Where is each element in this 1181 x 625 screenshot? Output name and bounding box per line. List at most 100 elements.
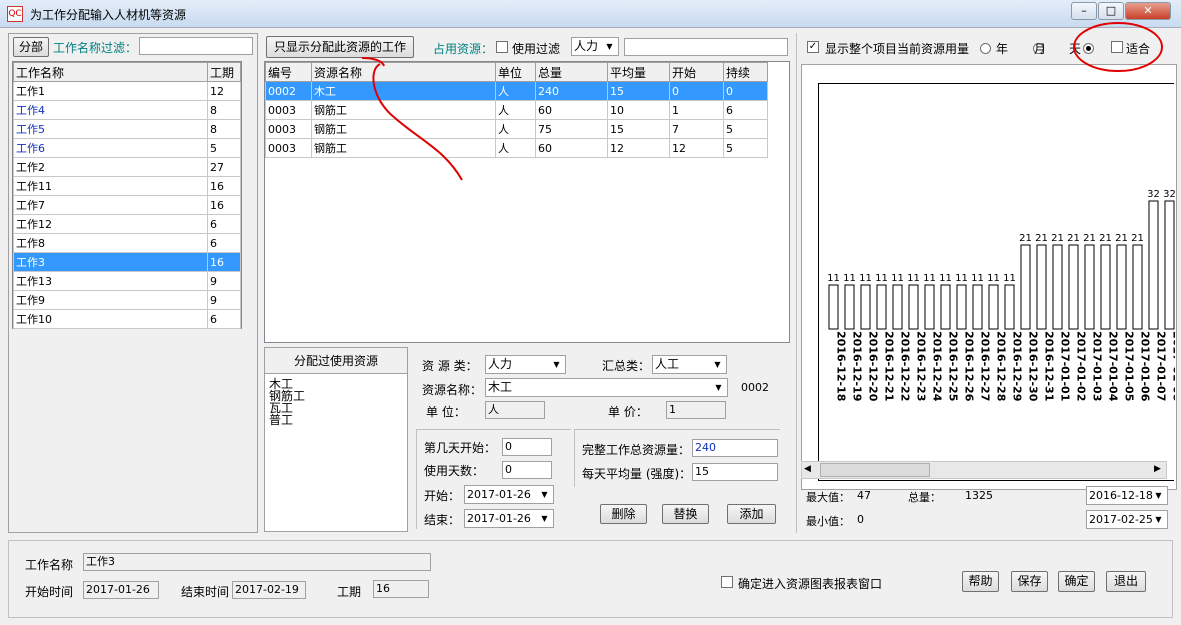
total-cell[interactable]: 60 (535, 138, 608, 158)
work-name-field[interactable]: 工作3 (83, 553, 431, 571)
chart-start-date-picker[interactable]: 2016-12-18 ▼ (1086, 486, 1168, 505)
scroll-right-icon[interactable]: ▶ (1154, 464, 1161, 474)
task-name-cell[interactable]: 工作3 (13, 252, 208, 272)
task-row[interactable]: 工作11 16 (13, 176, 241, 196)
duration-cell[interactable]: 0 (723, 81, 768, 101)
task-name-cell[interactable]: 工作4 (13, 100, 208, 120)
task-duration-cell[interactable]: 6 (207, 214, 241, 234)
task-duration-cell[interactable]: 12 (207, 81, 241, 101)
col-average[interactable]: 平均量 (607, 62, 670, 82)
replace-button[interactable]: 替换 (662, 504, 709, 524)
summary-type-select[interactable]: 人工 ▼ (652, 355, 727, 374)
task-duration-cell[interactable]: 9 (207, 290, 241, 310)
resource-name-cell[interactable]: 钢筋工 (311, 100, 496, 120)
task-name-cell[interactable]: 工作6 (13, 138, 208, 158)
task-name-cell[interactable]: 工作8 (13, 233, 208, 253)
resource-name-cell[interactable]: 木工 (311, 81, 496, 101)
col-task-name[interactable]: 工作名称 (13, 62, 208, 82)
task-duration-cell[interactable]: 5 (207, 138, 241, 158)
col-start[interactable]: 开始 (669, 62, 724, 82)
task-row[interactable]: 工作8 6 (13, 233, 241, 253)
col-unit[interactable]: 单位 (495, 62, 536, 82)
start-time-field[interactable]: 2017-01-26 (83, 581, 159, 599)
save-button[interactable]: 保存 (1011, 571, 1048, 592)
task-row[interactable]: 工作6 5 (13, 138, 241, 158)
chart-end-date-picker[interactable]: 2017-02-25 ▼ (1086, 510, 1168, 529)
resource-row[interactable]: 0003 钢筋工人 60 10 1 6 (265, 100, 768, 120)
task-duration-cell[interactable]: 9 (207, 271, 241, 291)
duration-cell[interactable]: 5 (723, 138, 768, 158)
chart-horizontal-scrollbar[interactable]: ◀ ▶ (801, 461, 1167, 479)
task-name-cell[interactable]: 工作12 (13, 214, 208, 234)
unit-cell[interactable]: 人 (495, 138, 536, 158)
col-code[interactable]: 编号 (265, 62, 312, 82)
add-button[interactable]: 添加 (727, 504, 776, 524)
start-cell[interactable]: 1 (669, 100, 724, 120)
filter-type-select[interactable]: 人力 ▼ (571, 37, 619, 56)
resource-name-cell[interactable]: 钢筋工 (311, 119, 496, 139)
task-name-cell[interactable]: 工作2 (13, 157, 208, 177)
minimize-button[interactable]: – (1071, 2, 1097, 20)
task-duration-cell[interactable]: 8 (207, 119, 241, 139)
resource-row[interactable]: 0003 钢筋工人 75 15 7 5 (265, 119, 768, 139)
task-duration-cell[interactable]: 16 (207, 176, 241, 196)
task-duration-cell[interactable]: 8 (207, 100, 241, 120)
delete-button[interactable]: 删除 (600, 504, 647, 524)
task-row[interactable]: 工作2 27 (13, 157, 241, 177)
start-cell[interactable]: 12 (669, 138, 724, 158)
scroll-left-icon[interactable]: ◀ (804, 464, 811, 474)
task-row[interactable]: 工作3 16 (13, 252, 241, 272)
task-row[interactable]: 工作10 6 (13, 309, 241, 329)
col-total[interactable]: 总量 (535, 62, 608, 82)
use-filter-checkbox[interactable] (496, 41, 508, 53)
task-row[interactable]: 工作9 9 (13, 290, 241, 310)
only-show-assigned-button[interactable]: 只显示分配此资源的工作 (266, 36, 414, 58)
task-name-cell[interactable]: 工作10 (13, 309, 208, 329)
task-name-cell[interactable]: 工作5 (13, 119, 208, 139)
col-resource-name[interactable]: 资源名称 (311, 62, 496, 82)
task-row[interactable]: 工作12 6 (13, 214, 241, 234)
report-window-checkbox[interactable] (721, 576, 733, 588)
code-cell[interactable]: 0003 (265, 100, 312, 120)
fit-checkbox[interactable] (1111, 41, 1123, 53)
code-cell[interactable]: 0003 (265, 138, 312, 158)
all-tasks-button[interactable]: 分部 (13, 37, 49, 57)
unit-cell[interactable]: 人 (495, 100, 536, 120)
task-duration-cell[interactable]: 6 (207, 233, 241, 253)
average-cell[interactable]: 15 (607, 119, 670, 139)
task-row[interactable]: 工作5 8 (13, 119, 241, 139)
scrollbar-thumb[interactable] (820, 463, 930, 477)
col-duration[interactable]: 持续 (723, 62, 768, 82)
year-radio[interactable] (980, 43, 991, 54)
exit-button[interactable]: 退出 (1106, 571, 1146, 592)
task-row[interactable]: 工作4 8 (13, 100, 241, 120)
task-row[interactable]: 工作13 9 (13, 271, 241, 291)
price-field[interactable]: 1 (666, 401, 726, 419)
code-cell[interactable]: 0003 (265, 119, 312, 139)
resource-filter-input[interactable] (624, 38, 788, 56)
maximize-button[interactable]: □ (1098, 2, 1124, 20)
task-duration-cell[interactable]: 16 (207, 252, 241, 272)
resource-row[interactable]: 0002 木工人 240 15 0 0 (265, 81, 768, 101)
unit-field[interactable]: 人 (485, 401, 545, 419)
total-cell[interactable]: 60 (535, 100, 608, 120)
task-name-cell[interactable]: 工作11 (13, 176, 208, 196)
duration-field[interactable]: 16 (373, 580, 429, 598)
task-name-cell[interactable]: 工作1 (13, 81, 208, 101)
average-cell[interactable]: 15 (607, 81, 670, 101)
total-amount-field[interactable]: 240 (692, 439, 778, 457)
task-name-cell[interactable]: 工作7 (13, 195, 208, 215)
resource-name-cell[interactable]: 钢筋工 (311, 138, 496, 158)
start-cell[interactable]: 0 (669, 81, 724, 101)
average-cell[interactable]: 10 (607, 100, 670, 120)
resource-row[interactable]: 0003 钢筋工人 60 12 12 5 (265, 138, 768, 158)
used-resource-item[interactable]: 普工 (269, 414, 305, 426)
duration-cell[interactable]: 6 (723, 100, 768, 120)
start-cell[interactable]: 7 (669, 119, 724, 139)
task-name-cell[interactable]: 工作9 (13, 290, 208, 310)
task-row[interactable]: 工作7 16 (13, 195, 241, 215)
task-name-cell[interactable]: 工作13 (13, 271, 208, 291)
task-name-filter-input[interactable] (139, 37, 253, 55)
resource-type-select[interactable]: 人力 ▼ (485, 355, 566, 374)
unit-cell[interactable]: 人 (495, 119, 536, 139)
